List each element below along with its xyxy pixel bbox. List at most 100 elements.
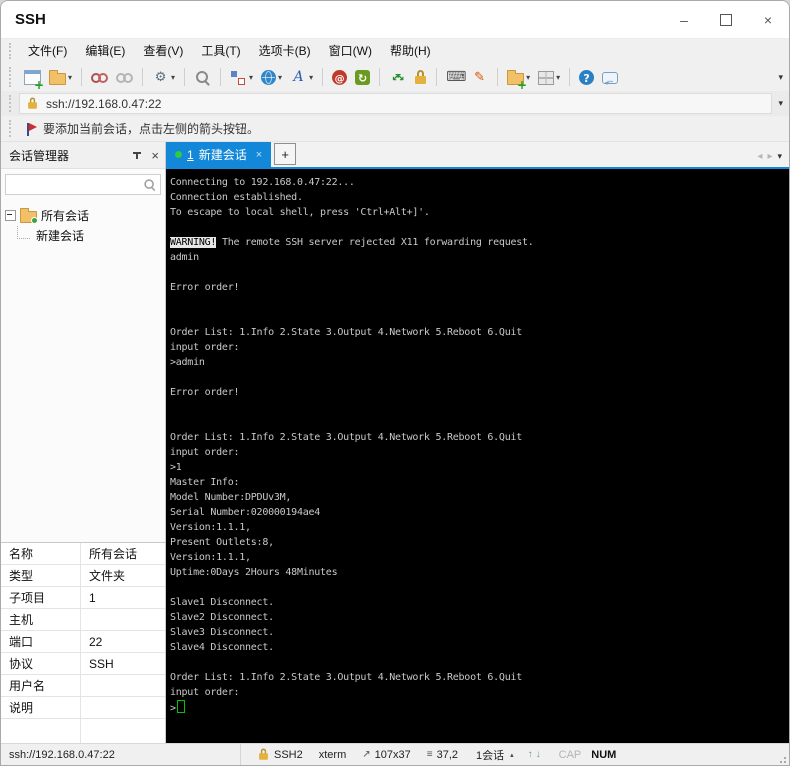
terminal-line: input order:	[170, 445, 789, 460]
chevron-down-icon[interactable]: ▾	[309, 73, 313, 82]
minimize-button[interactable]: –	[663, 1, 705, 38]
panel-close-icon[interactable]: ×	[151, 148, 159, 163]
terminal-text: To escape to local shell, press 'Ctrl+Al…	[170, 207, 430, 218]
menu-item-4[interactable]: 选项卡(B)	[250, 44, 320, 58]
font-button[interactable]: ▾	[287, 67, 316, 88]
fullscreen-button[interactable]	[386, 67, 409, 88]
terminal-text: Order List: 1.Info 2.State 3.Output 4.Ne…	[170, 672, 523, 683]
terminal-line: Version:1.1.1,	[170, 550, 789, 565]
terminal-line: Slave1 Disconnect.	[170, 595, 789, 610]
web-browser-icon	[261, 70, 277, 85]
web-browser-button[interactable]: ▾	[258, 67, 285, 87]
property-value: 22	[89, 634, 103, 649]
toolbar-separator	[569, 68, 571, 86]
chevron-down-icon[interactable]: ▾	[556, 73, 560, 82]
menu-item-6[interactable]: 帮助(H)	[381, 44, 440, 58]
terminal-line: Uptime:0Days 2Hours 48Minutes	[170, 565, 789, 580]
toolbar-separator	[379, 68, 381, 86]
reconnect-icon	[116, 69, 134, 86]
terminal-line: Error order!	[170, 385, 789, 400]
chevron-down-icon[interactable]: ▾	[249, 73, 253, 82]
terminal-text: >admin	[170, 357, 205, 368]
tree-root-label: 所有会话	[41, 208, 90, 223]
terminal-line: Connecting to 192.168.0.47:22...	[170, 175, 789, 190]
session-properties-button[interactable]: ⚙ ▾	[149, 67, 178, 88]
open-folder-button[interactable]: ▾	[46, 67, 75, 87]
resize-grip[interactable]	[776, 753, 786, 763]
menu-item-3[interactable]: 工具(T)	[192, 44, 249, 58]
property-label: 用户名	[1, 675, 81, 696]
search-input[interactable]	[5, 173, 161, 195]
close-button[interactable]: ×	[747, 1, 789, 38]
properties-table: 名称 所有会话 类型 文件夹 子项目 1 主机 端口 22 协议 SSH 用户名 说明	[1, 542, 165, 743]
pin-icon[interactable]	[131, 149, 143, 161]
xmanager-icon	[332, 70, 348, 85]
terminal-text: Connecting to 192.168.0.47:22...	[170, 177, 355, 188]
feedback-button[interactable]	[599, 68, 621, 86]
tree-root-item[interactable]: 所有会话	[5, 205, 161, 225]
terminal-line: Order List: 1.Info 2.State 3.Output 4.Ne…	[170, 325, 789, 340]
window-title: SSH	[15, 11, 46, 28]
menu-item-2[interactable]: 查看(V)	[134, 44, 192, 58]
tab-list-dropdown-icon[interactable]: ▾	[777, 151, 782, 162]
note-text: 要添加当前会话，点击左侧的箭头按钮。	[43, 122, 260, 136]
lock-screen-button[interactable]	[411, 67, 430, 88]
toolbar-overflow-icon[interactable]: ▾	[778, 72, 783, 83]
next-session-icon[interactable]: ↓	[536, 749, 541, 760]
tree-child-item[interactable]: 新建会话	[5, 225, 161, 245]
new-file-transfer-icon	[507, 70, 527, 90]
session-manager-title: 会话管理器	[9, 148, 70, 163]
prev-session-icon[interactable]: ↑	[528, 749, 533, 760]
status-terminal-size: ↗ 107x37	[362, 749, 410, 761]
refresh-session-button[interactable]	[352, 67, 373, 87]
minimize-icon: –	[680, 11, 688, 28]
terminal-line: Present Outlets:8,	[170, 535, 789, 550]
new-session-button[interactable]	[21, 67, 44, 90]
tab-scroll-left-icon[interactable]: ◂	[757, 151, 762, 162]
tab-close-icon[interactable]: ×	[256, 149, 262, 161]
property-label: 协议	[1, 653, 81, 674]
refresh-session-icon	[355, 70, 371, 85]
chevron-down-icon[interactable]: ▾	[68, 73, 72, 82]
help-button[interactable]	[576, 67, 597, 87]
disconnect-button[interactable]	[88, 67, 111, 88]
virtual-keyboard-button[interactable]	[443, 67, 466, 88]
property-label: 端口	[1, 631, 81, 652]
new-session-icon	[24, 70, 44, 90]
terminal[interactable]: Connecting to 192.168.0.47:22... Connecti…	[166, 169, 789, 743]
highlight-pen-button[interactable]	[468, 67, 491, 88]
maximize-button[interactable]	[705, 1, 747, 38]
tab-session[interactable]: 1 新建会话 ×	[166, 142, 272, 167]
terminal-text: Error order!	[170, 387, 240, 398]
menu-item-0[interactable]: 文件(F)	[19, 44, 76, 58]
protocol-label: SSH2	[274, 748, 303, 761]
tab-scroll-right-icon[interactable]: ▸	[767, 151, 772, 162]
flag-icon	[25, 122, 37, 136]
tree-collapse-icon[interactable]	[5, 209, 16, 221]
compose-button[interactable]: ▾	[227, 67, 256, 88]
property-row: 说明	[1, 697, 165, 719]
new-tab-button[interactable]: +	[274, 143, 297, 165]
session-tree: 所有会话 新建会话	[1, 199, 165, 542]
menu-item-1[interactable]: 编辑(E)	[76, 44, 134, 58]
xmanager-button[interactable]	[329, 67, 350, 87]
chevron-down-icon[interactable]: ▾	[171, 73, 175, 82]
address-dropdown-icon[interactable]: ▾	[778, 98, 783, 109]
tree-child-label: 新建会话	[36, 228, 85, 243]
chevron-down-icon[interactable]: ▾	[278, 73, 282, 82]
terminal-text: Connection established.	[170, 192, 303, 203]
session-count-button[interactable]: 1会话 ▴	[476, 747, 514, 763]
new-file-transfer-button[interactable]: ▾	[504, 67, 533, 90]
terminal-line: To escape to local shell, press 'Ctrl+Al…	[170, 205, 789, 220]
toolbar: ▾⚙▾▾▾▾▾▾▾	[1, 63, 789, 91]
reconnect-button[interactable]	[113, 67, 136, 88]
menu-item-5[interactable]: 窗口(W)	[320, 44, 381, 58]
address-input[interactable]: ssh://192.168.0.47:22	[19, 93, 773, 114]
tile-layout-icon	[538, 71, 555, 85]
find-button[interactable]	[191, 67, 214, 88]
session-popup-icon: ▴	[510, 751, 514, 759]
tile-layout-button[interactable]: ▾	[535, 67, 563, 87]
